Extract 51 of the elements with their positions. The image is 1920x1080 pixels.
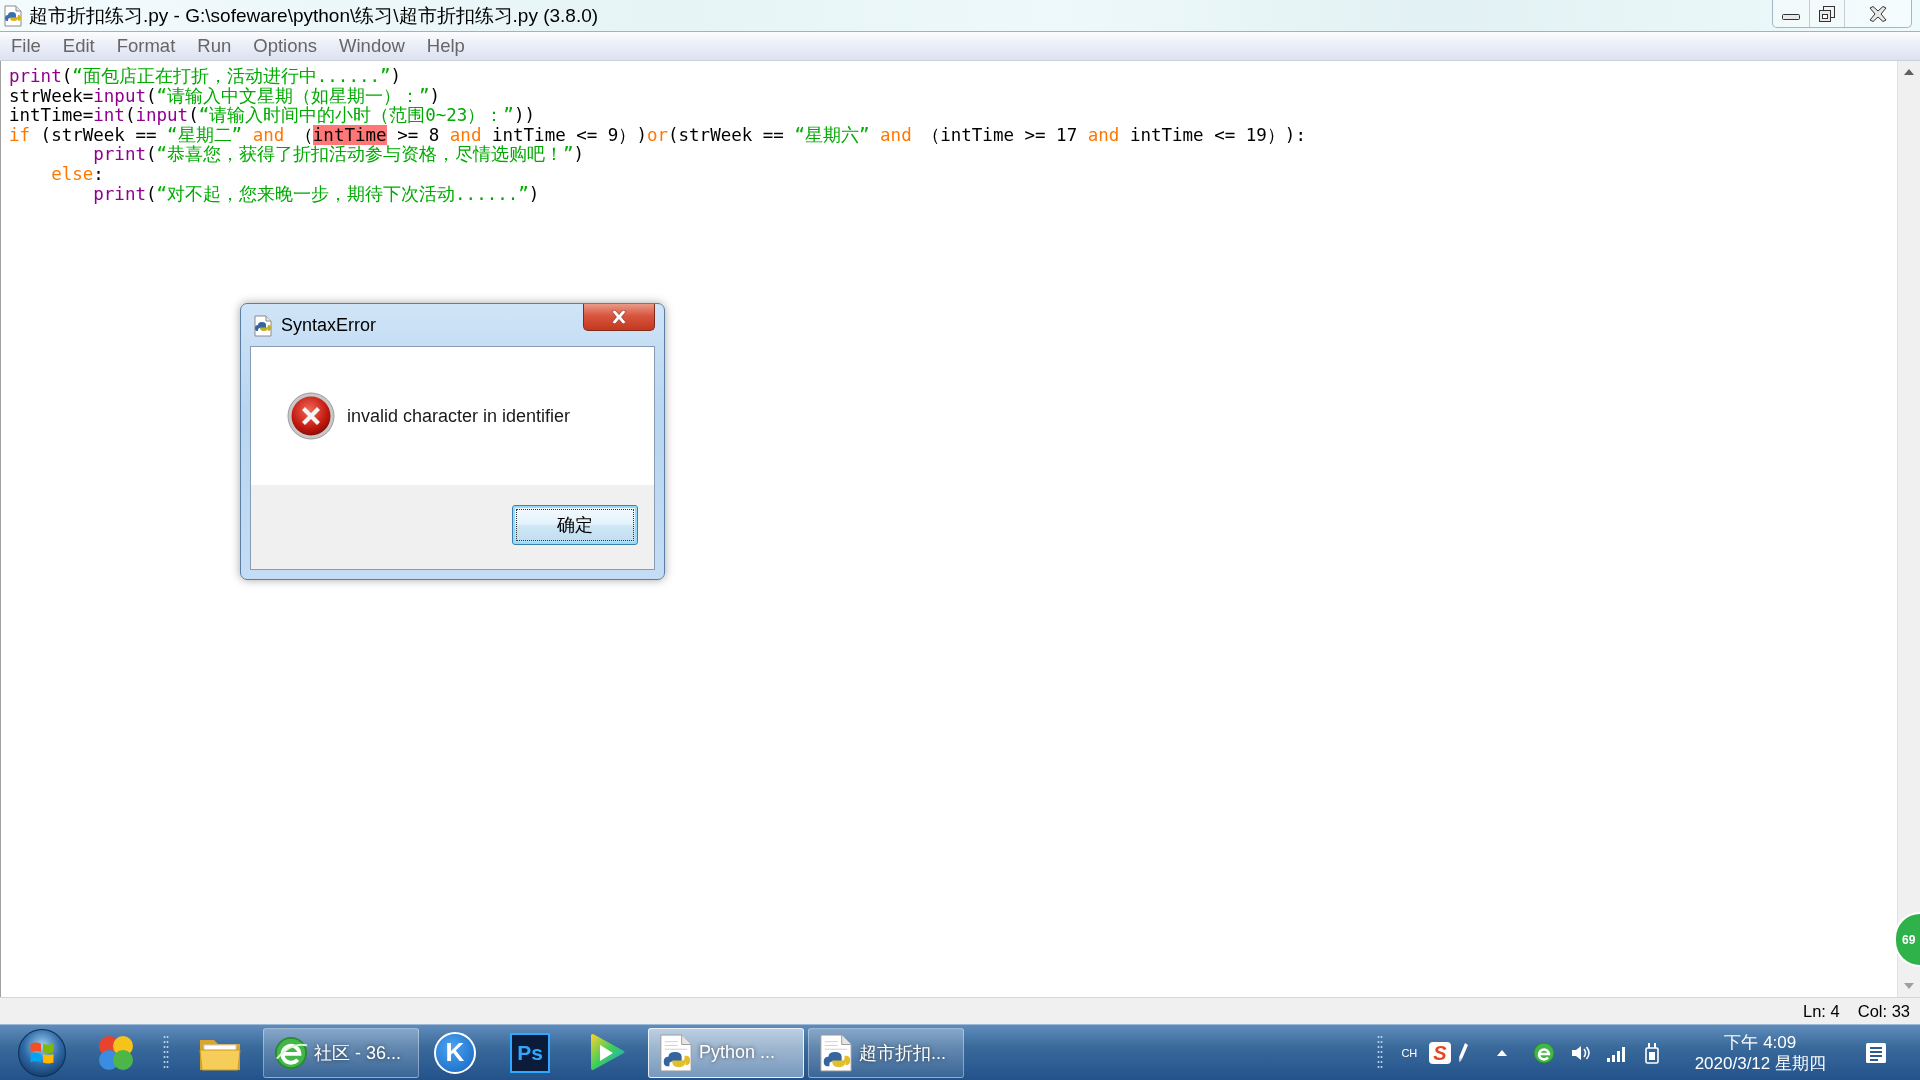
app-logo: Ps xyxy=(510,1032,550,1073)
notification-icon[interactable] xyxy=(1864,1040,1888,1065)
dialog-title: SyntaxError xyxy=(281,315,377,336)
code-line: intTime=int(input(“请输入时间中的小时（范围0~23）：”)) xyxy=(9,105,535,126)
code-line: if (strWeek == “星期二” and （intTime >= 8 and intTime <= 9）)or(strWeek == “星期六” and （intTime >= 17 and intTime <= 19）): xyxy=(9,124,1306,145)
ime-logo[interactable]: S xyxy=(1429,1041,1451,1064)
app-button[interactable]: Ps xyxy=(498,1027,562,1078)
browser-window-button[interactable]: 社区 - 36... xyxy=(263,1027,419,1078)
grip-icon[interactable] xyxy=(163,1034,169,1071)
python-window-button[interactable]: 超市折扣... xyxy=(808,1027,964,1078)
code-line: print(“对不起，您来晚一步，期待下次活动......”) xyxy=(93,183,540,204)
python-file-icon xyxy=(819,1033,853,1072)
menu-item[interactable]: File xyxy=(0,35,52,57)
clock-time: 下午 4:09 xyxy=(1724,1031,1797,1053)
error-message: invalid character in identifier xyxy=(347,405,571,427)
menu-item[interactable]: Edit xyxy=(51,35,106,57)
column-indicator: Col: 33 xyxy=(1857,1001,1910,1021)
close-icon xyxy=(1869,5,1887,22)
vertical-scrollbar[interactable] xyxy=(1897,61,1920,997)
clock-button[interactable]: 下午 4:09 2020/3/12 星期四 xyxy=(1694,1031,1826,1074)
menu-item[interactable]: Options xyxy=(242,35,328,57)
python-file-icon xyxy=(3,4,23,27)
close-icon xyxy=(611,310,627,324)
code-line: else: xyxy=(51,163,104,184)
minimize-icon xyxy=(1782,13,1800,20)
code-line: strWeek=input(“请输入中文星期（如星期一）：”) xyxy=(9,85,441,106)
error-icon xyxy=(287,392,335,440)
restore-button[interactable] xyxy=(1809,0,1845,27)
menu-item[interactable]: Help xyxy=(415,35,476,57)
grip-icon[interactable] xyxy=(1377,1034,1384,1071)
dialog-close-button[interactable] xyxy=(583,304,655,331)
input-language-indicator[interactable]: CH xyxy=(1401,1046,1418,1059)
e-logo-icon[interactable] xyxy=(1532,1041,1555,1064)
python-file-icon xyxy=(659,1033,693,1072)
clock-date: 2020/3/12 星期四 xyxy=(1694,1052,1826,1074)
menu-item[interactable]: Run xyxy=(186,35,243,57)
python-file-icon xyxy=(253,315,273,337)
show-hidden-icons-icon[interactable] xyxy=(1496,1049,1507,1056)
pen-icon[interactable] xyxy=(1456,1041,1469,1064)
app-button[interactable]: K xyxy=(423,1027,487,1078)
scroll-up-icon[interactable] xyxy=(1904,69,1914,75)
start-orb-icon xyxy=(17,1027,67,1078)
ok-button[interactable]: 确定 xyxy=(512,505,638,545)
window-title: 超市折扣练习.py - G:\sofeware\python\练习\超市折扣练习.py (3.8.0) xyxy=(29,3,599,28)
line-indicator: Ln: 4 xyxy=(1803,1001,1840,1021)
menu-item[interactable]: Format xyxy=(105,35,187,57)
code-line: print(“恭喜您，获得了折扣活动参与资格，尽情选购吧！”) xyxy=(93,144,585,165)
app-logo: K xyxy=(434,1031,476,1074)
code-line: print(“面包店正在打折，活动进行中......”) xyxy=(9,66,402,86)
menu-item[interactable]: Window xyxy=(328,35,416,57)
restore-icon xyxy=(1819,5,1835,22)
